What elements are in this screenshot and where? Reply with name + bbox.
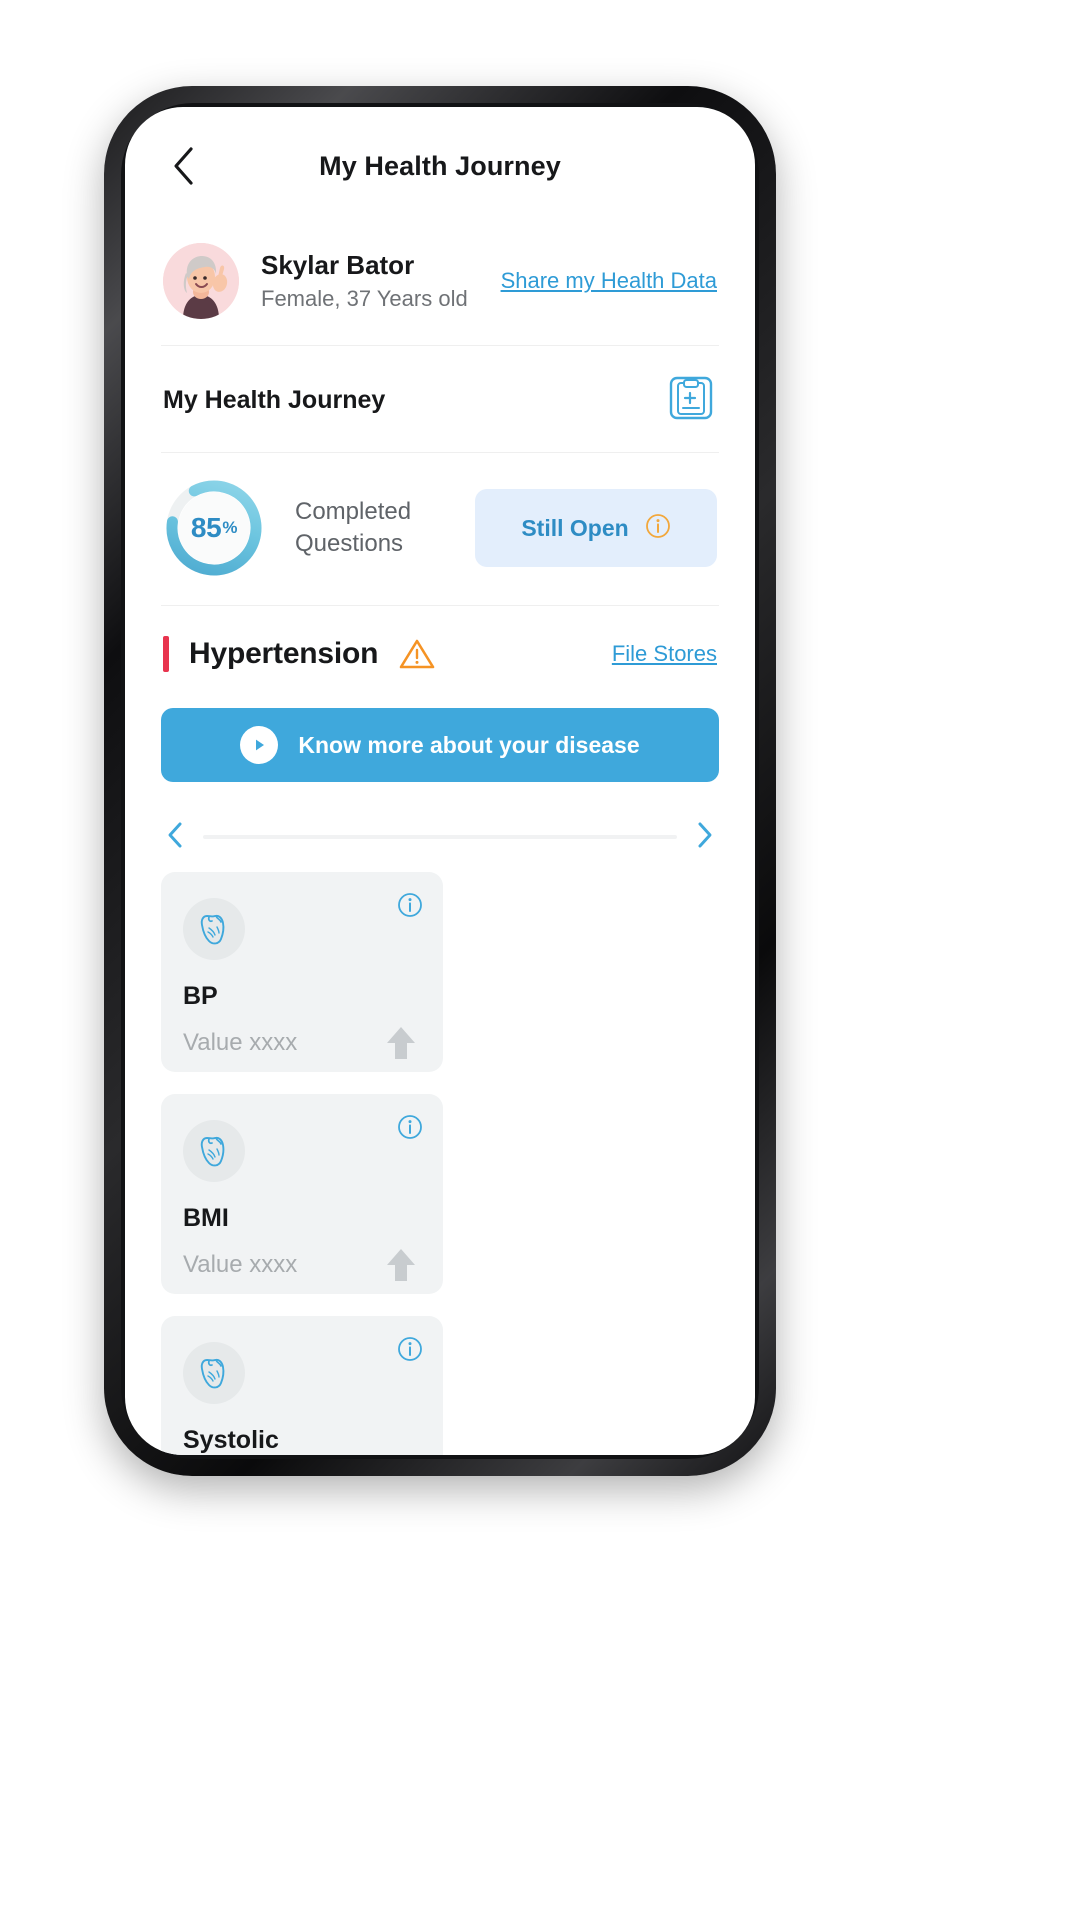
progress-label: Completed Questions bbox=[295, 496, 475, 559]
carousel-track[interactable] bbox=[203, 835, 677, 839]
metric-label: BP bbox=[183, 982, 218, 1010]
condition-row: Hypertension File Stores bbox=[161, 606, 719, 698]
carousel-nav bbox=[161, 820, 719, 854]
heart-icon bbox=[183, 1342, 245, 1404]
trend-up-icon bbox=[381, 1023, 421, 1063]
chevron-left-icon bbox=[170, 146, 196, 186]
file-stores-link[interactable]: File Stores bbox=[612, 641, 717, 667]
heart-icon bbox=[183, 898, 245, 960]
page-title: My Health Journey bbox=[319, 150, 561, 181]
profile-name: Skylar Bator bbox=[261, 249, 415, 280]
percent-symbol: % bbox=[222, 518, 238, 537]
metric-card[interactable]: BP Value xxxx bbox=[161, 872, 443, 1072]
journey-section-header: My Health Journey bbox=[161, 346, 719, 453]
know-more-button[interactable]: Know more about your disease bbox=[161, 708, 719, 782]
phone-frame: My Health Journey Skylar Bator Female, 3… bbox=[104, 86, 776, 1476]
metric-bottom: Value xxxx bbox=[183, 1245, 421, 1285]
completion-percent: 85% bbox=[163, 477, 265, 579]
completion-donut-chart: 85% bbox=[163, 477, 265, 579]
metric-bottom: Value xxxx bbox=[183, 1023, 421, 1063]
metric-card[interactable]: SystolicValue xxxx bbox=[161, 1316, 443, 1455]
info-icon[interactable] bbox=[645, 513, 671, 544]
status-badge-label: Still Open bbox=[521, 514, 629, 541]
profile-text: Skylar Bator Female, 37 Years old bbox=[261, 250, 501, 313]
carousel-prev-button[interactable] bbox=[161, 820, 189, 854]
chevron-right-icon bbox=[696, 821, 714, 854]
condition-accent-bar bbox=[163, 636, 169, 672]
metric-cards-grid: BP Value xxxx BMI Value xxxx SystolicValue x… bbox=[161, 872, 719, 1455]
metric-card[interactable]: BMI Value xxxx bbox=[161, 1094, 443, 1294]
profile-row: Skylar Bator Female, 37 Years old Share … bbox=[161, 225, 719, 346]
warning-triangle-icon bbox=[398, 637, 436, 671]
progress-row: 85% Completed Questions Still Open bbox=[161, 453, 719, 606]
phone-screen: My Health Journey Skylar Bator Female, 3… bbox=[125, 107, 755, 1455]
progress-label-line2: Questions bbox=[295, 530, 404, 557]
trend-up-icon bbox=[381, 1245, 421, 1285]
heart-icon bbox=[183, 1120, 245, 1182]
app-screen: My Health Journey Skylar Bator Female, 3… bbox=[125, 107, 755, 1455]
avatar bbox=[163, 243, 239, 319]
carousel-next-button[interactable] bbox=[691, 820, 719, 854]
profile-details: Female, 37 Years old bbox=[261, 285, 468, 311]
progress-label-line1: Completed bbox=[295, 498, 412, 526]
health-report-button[interactable] bbox=[665, 374, 717, 426]
info-icon[interactable] bbox=[397, 892, 423, 923]
app-header: My Health Journey bbox=[161, 107, 719, 225]
metric-label: BMI bbox=[183, 1204, 229, 1232]
health-report-icon bbox=[668, 374, 714, 427]
status-badge-still-open[interactable]: Still Open bbox=[475, 489, 717, 567]
back-button[interactable] bbox=[161, 144, 205, 188]
know-more-label: Know more about your disease bbox=[298, 731, 640, 758]
info-icon[interactable] bbox=[397, 1114, 423, 1145]
metric-label: Systolic bbox=[183, 1426, 279, 1454]
condition-name: Hypertension bbox=[189, 637, 379, 670]
chevron-left-icon bbox=[166, 821, 184, 854]
metric-value: Value xxxx bbox=[183, 1251, 298, 1278]
completion-percent-value: 85 bbox=[190, 512, 222, 543]
metric-value: Value xxxx bbox=[183, 1029, 298, 1056]
info-icon[interactable] bbox=[397, 1336, 423, 1367]
share-health-data-link[interactable]: Share my Health Data bbox=[501, 268, 717, 294]
journey-section-title: My Health Journey bbox=[163, 385, 386, 414]
play-icon bbox=[240, 726, 279, 764]
